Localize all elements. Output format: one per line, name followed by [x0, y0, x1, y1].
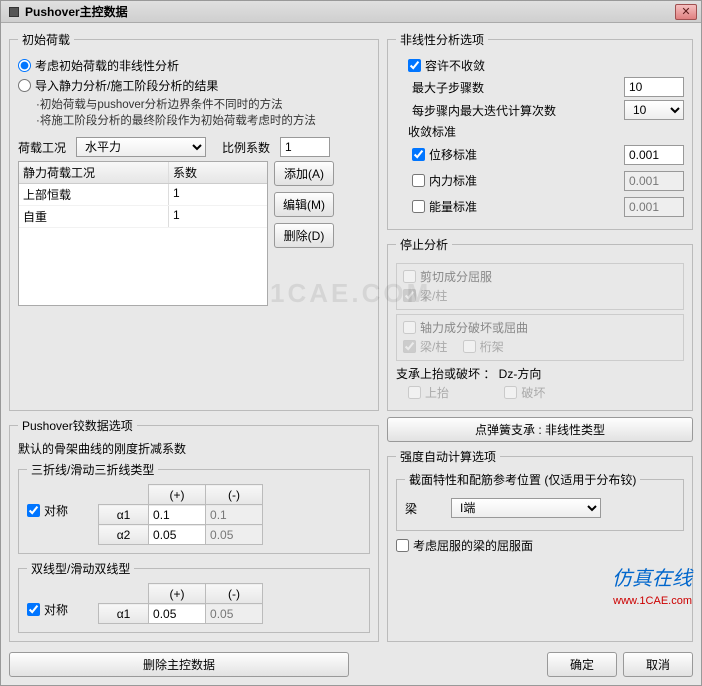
default-skeleton-label: 默认的骨架曲线的刚度折减系数	[18, 440, 370, 457]
force-criterion-check[interactable]	[412, 174, 425, 187]
trilinear-legend: 三折线/滑动三折线类型	[27, 461, 158, 478]
disp-criterion-input[interactable]	[624, 145, 684, 165]
bi-symmetrical-check[interactable]	[27, 603, 40, 616]
max-iter-select[interactable]: 10	[624, 100, 684, 120]
bilinear-group: 双线型/滑动双线型 对称 (+)(-) α1	[18, 560, 370, 633]
shear-beam-col-check	[403, 289, 416, 302]
delete-main-data-button[interactable]: 删除主控数据	[9, 652, 349, 677]
axial-beam-col-check	[403, 340, 416, 353]
beam-end-select[interactable]: I端	[451, 498, 601, 518]
allow-nonconvergence-check[interactable]	[408, 59, 421, 72]
dialog-window: Pushover主控数据 ✕ 初始荷载 考虑初始荷载的非线性分析 导入静力分析/…	[0, 0, 702, 686]
hinge-legend: Pushover铰数据选项	[18, 417, 137, 434]
initial-load-group: 初始荷载 考虑初始荷载的非线性分析 导入静力分析/施工阶段分析的结果 ·初始荷载…	[9, 31, 379, 411]
collapse-check	[504, 386, 517, 399]
bi-a1-plus[interactable]	[149, 605, 205, 623]
convergence-legend: 收敛标准	[396, 123, 684, 140]
strength-legend: 强度自动计算选项	[396, 448, 500, 465]
max-iter-label: 每步骤内最大迭代计算次数	[412, 102, 556, 119]
load-case-label: 荷载工况	[18, 139, 70, 156]
stop-legend: 停止分析	[396, 236, 452, 253]
app-icon	[9, 7, 19, 17]
section-ref-group: 截面特性和配筋参考位置 (仅适用于分布铰) 梁 I端	[396, 471, 684, 531]
table-row[interactable]: 上部恒载 1	[19, 184, 267, 206]
tri-symmetrical-check[interactable]	[27, 504, 40, 517]
section-ref-label: 截面特性和配筋参考位置 (仅适用于分布铰)	[405, 471, 640, 488]
allow-nonconvergence-label: 容许不收敛	[425, 57, 485, 74]
bilinear-legend: 双线型/滑动双线型	[27, 560, 134, 577]
consider-yield-surface-check[interactable]	[396, 539, 409, 552]
close-button[interactable]: ✕	[675, 4, 697, 20]
tri-a1-minus	[206, 506, 262, 524]
max-substeps-input[interactable]	[624, 77, 684, 97]
radio-nonlinear-initial-label: 考虑初始荷载的非线性分析	[35, 57, 179, 74]
initial-load-legend: 初始荷载	[18, 31, 74, 48]
energy-criterion-label: 能量标准	[429, 198, 477, 215]
disp-criterion-label: 位移标准	[429, 146, 477, 163]
max-substeps-label: 最大子步骤数	[412, 79, 484, 96]
energy-criterion-check[interactable]	[412, 200, 425, 213]
tri-a2-minus	[206, 526, 262, 544]
force-criterion-input	[624, 171, 684, 191]
bi-a1-minus	[206, 605, 262, 623]
axial-fail-check	[403, 321, 416, 334]
load-case-select[interactable]: 水平力	[76, 137, 206, 157]
support-fail-label: 支承上抬或破坏 ： Dz-方向	[396, 365, 684, 382]
axial-truss-check	[463, 340, 476, 353]
tri-a1-plus[interactable]	[149, 506, 205, 524]
uplift-check	[408, 386, 421, 399]
point-spring-button[interactable]: 点弹簧支承 : 非线性类型	[387, 417, 693, 442]
scale-label: 比例系数	[222, 139, 274, 156]
delete-button[interactable]: 删除(D)	[274, 223, 334, 248]
window-title: Pushover主控数据	[25, 3, 128, 20]
radio-import-results-label: 导入静力分析/施工阶段分析的结果	[35, 77, 218, 94]
table-header-coef: 系数	[169, 162, 267, 183]
tri-a2-plus[interactable]	[149, 526, 205, 544]
shear-yield-label: 剪切成分屈服	[420, 268, 492, 285]
beam-label: 梁	[405, 500, 445, 517]
table-header-name: 静力荷载工况	[19, 162, 169, 183]
nonlinear-options-group: 非线性分析选项 容许不收敛 最大子步骤数 每步骤内最大迭代计算次数 10 收敛标…	[387, 31, 693, 230]
disp-criterion-check[interactable]	[412, 148, 425, 161]
trilinear-group: 三折线/滑动三折线类型 对称 (+)(-) α1 α2	[18, 461, 370, 554]
consider-yield-surface-label: 考虑屈服的梁的屈服面	[413, 537, 533, 554]
edit-button[interactable]: 编辑(M)	[274, 192, 334, 217]
nonlinear-legend: 非线性分析选项	[396, 31, 488, 48]
table-row[interactable]: 自重 1	[19, 206, 267, 228]
force-criterion-label: 内力标准	[429, 172, 477, 189]
radio-import-results[interactable]	[18, 79, 31, 92]
note-1: ·初始荷载与pushover分析边界条件不同时的方法	[18, 97, 370, 113]
load-case-table[interactable]: 静力荷载工况 系数 上部恒载 1 自重 1	[18, 161, 268, 306]
cancel-button[interactable]: 取消	[623, 652, 693, 677]
bilinear-table: (+)(-) α1	[98, 583, 263, 624]
hinge-data-group: Pushover铰数据选项 默认的骨架曲线的刚度折减系数 三折线/滑动三折线类型…	[9, 417, 379, 642]
ok-button[interactable]: 确定	[547, 652, 617, 677]
trilinear-table: (+)(-) α1 α2	[98, 484, 263, 545]
stop-analysis-group: 停止分析 剪切成分屈服 梁/柱 轴力成分破坏或屈曲 梁/柱 桁架 支承上抬或破坏…	[387, 236, 693, 411]
note-2: ·将施工阶段分析的最终阶段作为初始荷载考虑时的方法	[18, 113, 370, 129]
titlebar: Pushover主控数据 ✕	[1, 1, 701, 23]
axial-fail-label: 轴力成分破坏或屈曲	[420, 319, 528, 336]
shear-yield-check	[403, 270, 416, 283]
energy-criterion-input	[624, 197, 684, 217]
scale-input[interactable]	[280, 137, 330, 157]
strength-auto-group: 强度自动计算选项 截面特性和配筋参考位置 (仅适用于分布铰) 梁 I端 考虑屈服…	[387, 448, 693, 642]
radio-nonlinear-initial[interactable]	[18, 59, 31, 72]
add-button[interactable]: 添加(A)	[274, 161, 334, 186]
